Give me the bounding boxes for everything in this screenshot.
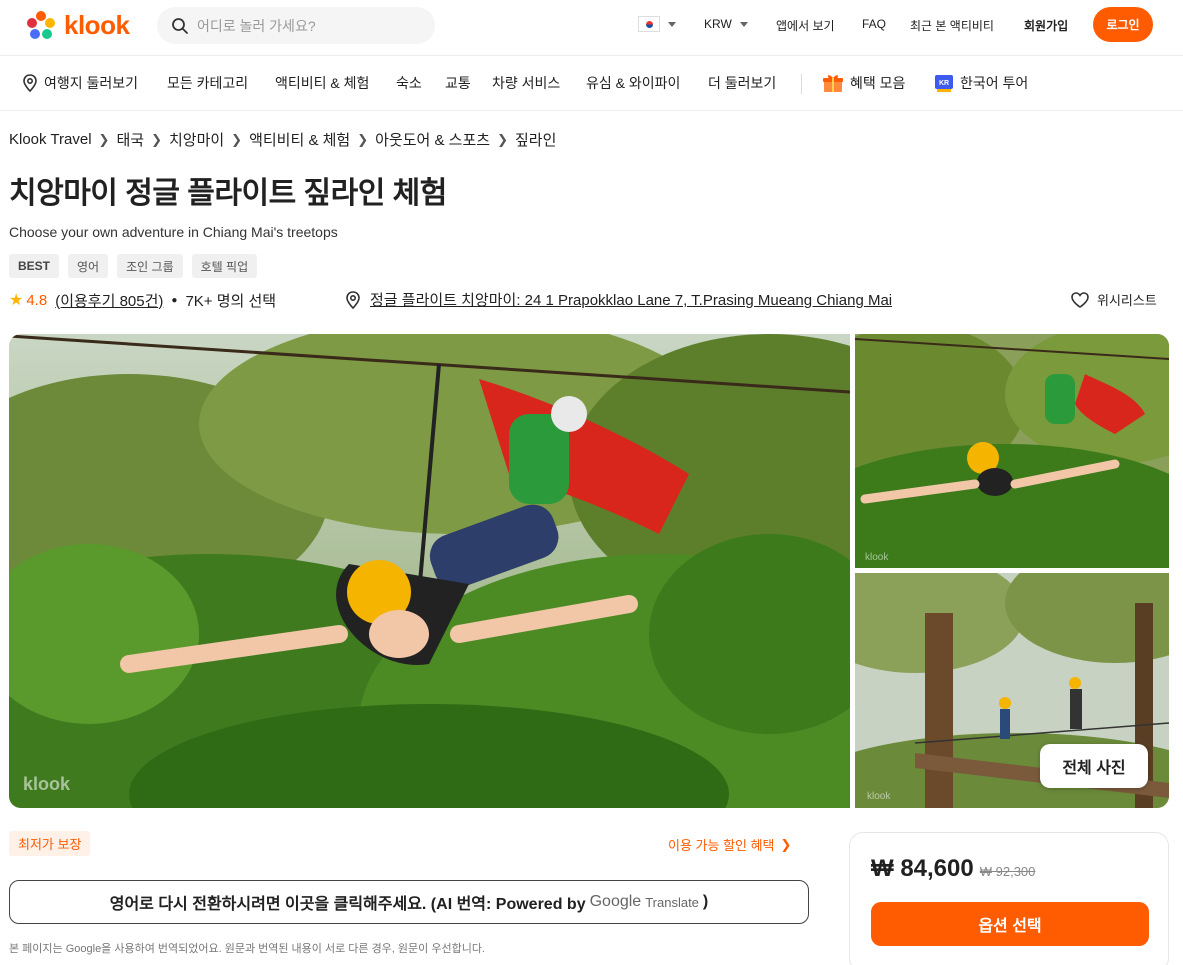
breadcrumb-item-current[interactable]: 짚라인 [515, 129, 556, 150]
nav-item-transport[interactable]: 교통 [445, 73, 471, 93]
nav-label: 여행지 둘러보기 [44, 75, 139, 91]
chevron-right-icon: ❯ [357, 131, 369, 147]
wishlist-label: 위시리스트 [1097, 293, 1157, 308]
nav-item-hotels[interactable]: 숙소 [396, 73, 422, 93]
rating-row: ★ 4.8 (이용후기 805건) ● 7K+ 명의 선택 [9, 289, 276, 311]
all-photos-button[interactable]: 전체 사진 [1040, 744, 1148, 788]
rating-value: 4.8 [26, 291, 48, 309]
google-logo: Google [589, 893, 642, 910]
breadcrumb-item[interactable]: 치앙마이 [169, 129, 224, 150]
top-header: klook KRW 앱에서 보기 FAQ 최근 본 액티비티 회원가입 로그인 [0, 0, 1183, 56]
zipline-photo-2: klook [855, 334, 1169, 568]
nav-item-korean-tour[interactable]: KR 한국어 투어 [934, 73, 1028, 93]
discount-link[interactable]: 이용 가능 할인 혜택 ❯ [668, 835, 791, 854]
location-link[interactable]: 정글 플라이트 치앙마이: 24 1 Prapokklao Lane 7, T.… [345, 289, 892, 310]
booked-count: 7K+ 명의 선택 [185, 292, 277, 310]
korea-flag-icon [638, 16, 660, 32]
app-link[interactable]: 앱에서 보기 [776, 17, 835, 34]
breadcrumb: Klook Travel ❯ 태국 ❯ 치앙마이 ❯ 액티비티 & 체험 ❯ 아… [9, 129, 556, 150]
main-photo[interactable]: klook [9, 334, 850, 808]
chevron-right-icon: ❯ [151, 131, 162, 147]
heart-icon [1071, 291, 1089, 308]
chevron-right-icon: ❯ [780, 836, 792, 852]
translation-notice: 본 페이지는 Google을 사용하여 번역되었어요. 원문과 번역된 내용이 … [9, 943, 485, 955]
star-icon: ★ [9, 292, 24, 309]
currency-selector[interactable]: KRW [704, 17, 748, 31]
page-title: 치앙마이 정글 플라이트 짚라인 체험 [9, 177, 447, 210]
chevron-right-icon: ❯ [231, 131, 243, 147]
faq-link[interactable]: FAQ [862, 17, 886, 31]
separator-dot: ● [171, 294, 178, 306]
translate-word: Translate [645, 894, 699, 910]
wishlist-button[interactable]: 위시리스트 [1071, 290, 1157, 309]
login-button[interactable]: 로그인 [1093, 7, 1153, 42]
klook-logo-icon [27, 11, 55, 39]
search-bar[interactable] [157, 7, 435, 44]
watermark: klook [23, 774, 71, 794]
nav-item-destinations[interactable]: 여행지 둘러보기 [22, 73, 138, 93]
price-card: ₩ 84,600 ₩ 92,300 옵션 선택 [849, 832, 1169, 965]
nav-item-sim-wifi[interactable]: 유심 & 와이파이 [586, 73, 680, 93]
tag-best: BEST [9, 254, 60, 278]
price-row: ₩ 84,600 ₩ 92,300 [871, 855, 1035, 883]
lowest-price-badge: 최저가 보장 [9, 831, 91, 856]
nav-divider [801, 74, 802, 94]
translate-text: 영어로 다시 전환하시려면 이곳을 클릭해주세요. (AI 번역: Powere… [109, 896, 586, 913]
currency-label: KRW [704, 17, 732, 31]
nav-item-car-service[interactable]: 차량 서비스 [492, 73, 560, 93]
page-subtitle: Choose your own adventure in Chiang Mai'… [9, 224, 338, 240]
reviews-link[interactable]: (이용후기 805건) [55, 290, 163, 311]
search-icon [172, 17, 188, 34]
recently-viewed-link[interactable]: 최근 본 액티비티 [910, 17, 994, 34]
location-pin-icon [346, 290, 360, 309]
signup-link[interactable]: 회원가입 [1024, 17, 1068, 34]
gift-icon [823, 75, 843, 92]
zipline-photo: klook [9, 334, 850, 808]
category-nav: 여행지 둘러보기 모든 카테고리 액티비티 & 체험 숙소 교통 차량 서비스 … [0, 56, 1183, 111]
nav-label: 혜택 모음 [850, 75, 906, 91]
search-input[interactable] [197, 17, 417, 34]
watermark: klook [865, 552, 889, 563]
nav-item-categories[interactable]: 모든 카테고리 [167, 73, 248, 93]
translate-toggle[interactable]: 영어로 다시 전환하시려면 이곳을 클릭해주세요. (AI 번역: Powere… [9, 880, 809, 924]
breadcrumb-item[interactable]: 아웃도어 & 스포츠 [375, 129, 490, 150]
location-text: 정글 플라이트 치앙마이: 24 1 Prapokklao Lane 7, T.… [370, 292, 893, 309]
current-price: ₩ 84,600 [871, 855, 974, 882]
klook-logo[interactable]: klook [24, 8, 130, 42]
nav-item-more[interactable]: 더 둘러보기 [708, 73, 776, 93]
original-price: ₩ 92,300 [979, 864, 1036, 879]
tag-list: BEST 영어 조인 그룹 호텔 픽업 [9, 254, 258, 278]
nav-item-deals[interactable]: 혜택 모음 [822, 73, 905, 93]
breadcrumb-item[interactable]: Klook Travel [9, 131, 92, 148]
tag-pickup: 호텔 픽업 [191, 254, 258, 278]
nav-item-activities[interactable]: 액티비티 & 체험 [275, 73, 369, 93]
chevron-down-icon [739, 21, 748, 27]
watermark: klook [867, 791, 891, 802]
side-photo-1[interactable]: klook [855, 334, 1169, 568]
tag-language: 영어 [68, 254, 109, 278]
tag-group: 조인 그룹 [117, 254, 183, 278]
translate-close-paren: ) [702, 893, 709, 910]
breadcrumb-item[interactable]: 태국 [116, 129, 144, 150]
logo-text: klook [64, 9, 130, 40]
location-pin-icon [23, 74, 37, 92]
discount-label: 이용 가능 할인 혜택 [668, 838, 775, 853]
chevron-right-icon: ❯ [497, 131, 508, 147]
svg-text:KR: KR [939, 80, 949, 87]
chevron-down-icon [668, 21, 676, 27]
nav-label: 한국어 투어 [960, 75, 1029, 91]
select-option-button[interactable]: 옵션 선택 [871, 902, 1149, 946]
language-selector[interactable] [638, 16, 676, 32]
breadcrumb-item[interactable]: 액티비티 & 체험 [249, 129, 350, 150]
kr-tour-icon: KR [935, 75, 953, 92]
chevron-right-icon: ❯ [98, 131, 110, 147]
